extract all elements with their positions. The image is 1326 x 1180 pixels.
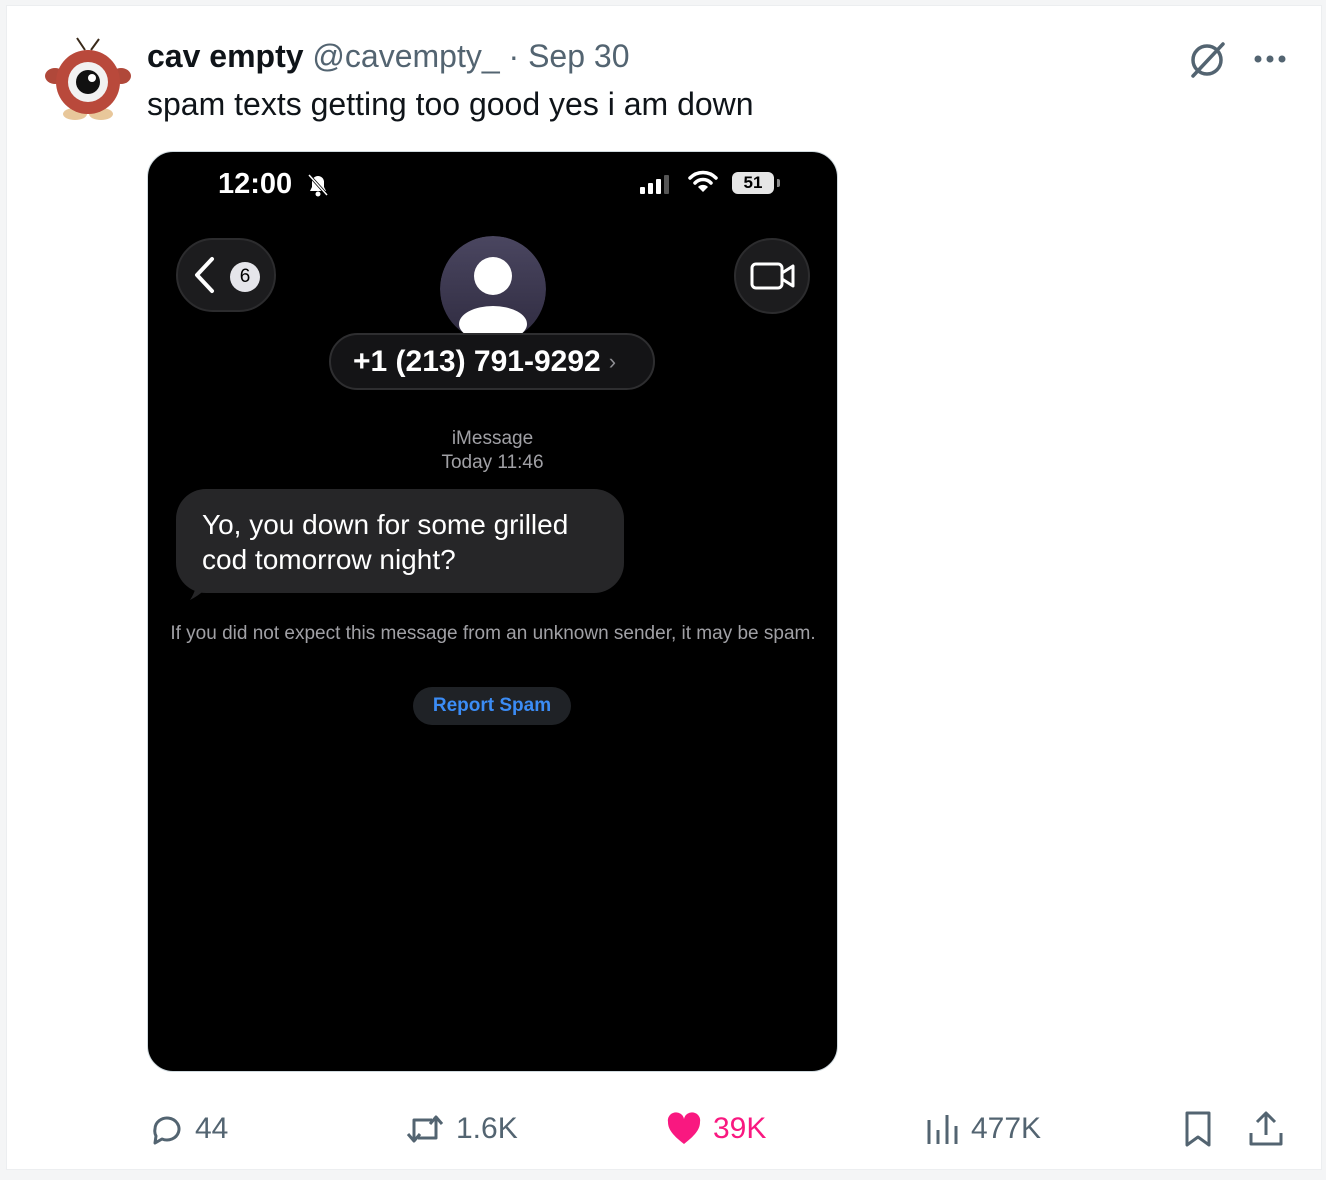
views-button[interactable]: 477K xyxy=(925,1104,1041,1154)
chevron-right-icon: › xyxy=(608,349,617,374)
facetime-video-button[interactable] xyxy=(734,238,810,314)
contact-name-pill[interactable]: +1 (213) 791-9292 › xyxy=(329,333,655,390)
user-handle[interactable]: @cavempty_ xyxy=(312,38,499,74)
battery-tip xyxy=(777,179,780,187)
more-button[interactable] xyxy=(1247,36,1293,82)
contact-number: +1 (213) 791-9292 xyxy=(353,345,601,378)
share-button[interactable] xyxy=(1247,1104,1295,1154)
tweet-header: cav empty @cavempty_ · Sep 30 xyxy=(147,36,630,76)
bell-slash-icon xyxy=(307,173,329,197)
views-count: 477K xyxy=(971,1112,1042,1145)
tweet-actions: 44 1.6K 39K 477K xyxy=(7,1104,1321,1154)
person-icon xyxy=(440,236,546,342)
avatar-icon xyxy=(45,37,131,120)
battery-indicator: 51 xyxy=(732,172,774,194)
share-icon xyxy=(1249,1111,1283,1146)
bookmark-button[interactable] xyxy=(1179,1104,1227,1154)
signal-icon xyxy=(640,175,669,194)
more-icon xyxy=(1254,55,1286,63)
tweet-media-screenshot[interactable]: 12:00 51 6 +1 (213) 791-9292 › iMessage … xyxy=(147,151,838,1072)
tweet-card[interactable]: cav empty @cavempty_ · Sep 30 spam texts… xyxy=(6,5,1322,1170)
service-label: iMessage xyxy=(451,428,534,449)
avatar[interactable] xyxy=(45,34,131,120)
repost-icon xyxy=(406,1115,444,1143)
back-button[interactable]: 6 xyxy=(176,238,276,312)
tweet-date[interactable]: Sep 30 xyxy=(528,38,629,74)
status-time: 12:00 xyxy=(218,168,293,200)
reply-icon xyxy=(153,1116,181,1145)
views-icon xyxy=(927,1115,958,1144)
unread-count-badge: 6 xyxy=(230,262,260,292)
message-bubble: Yo, you down for some grilled cod tomorr… xyxy=(176,489,624,593)
grok-button[interactable] xyxy=(1185,36,1231,82)
bubble-tail xyxy=(190,576,216,600)
like-count: 39K xyxy=(713,1112,767,1145)
repost-count: 1.6K xyxy=(456,1112,518,1145)
report-spam-button[interactable]: Report Spam xyxy=(413,687,571,725)
reply-button[interactable]: 44 xyxy=(147,1104,228,1154)
display-name[interactable]: cav empty xyxy=(147,38,304,74)
like-button[interactable]: 39K xyxy=(665,1104,766,1154)
spam-warning-text: If you did not expect this message from … xyxy=(170,623,816,644)
video-camera-icon xyxy=(750,262,795,290)
tweet-text: spam texts getting too good yes i am dow… xyxy=(147,86,754,122)
bookmark-icon xyxy=(1185,1111,1211,1147)
message-timestamp: Today 11:46 xyxy=(441,452,544,473)
grok-icon xyxy=(1191,42,1225,78)
chevron-left-icon xyxy=(195,257,214,293)
reply-count: 44 xyxy=(195,1112,229,1145)
separator-dot: · xyxy=(508,38,520,74)
contact-avatar[interactable] xyxy=(440,236,546,342)
wifi-icon xyxy=(688,170,718,192)
like-icon xyxy=(667,1112,701,1144)
repost-button[interactable]: 1.6K xyxy=(404,1104,518,1154)
